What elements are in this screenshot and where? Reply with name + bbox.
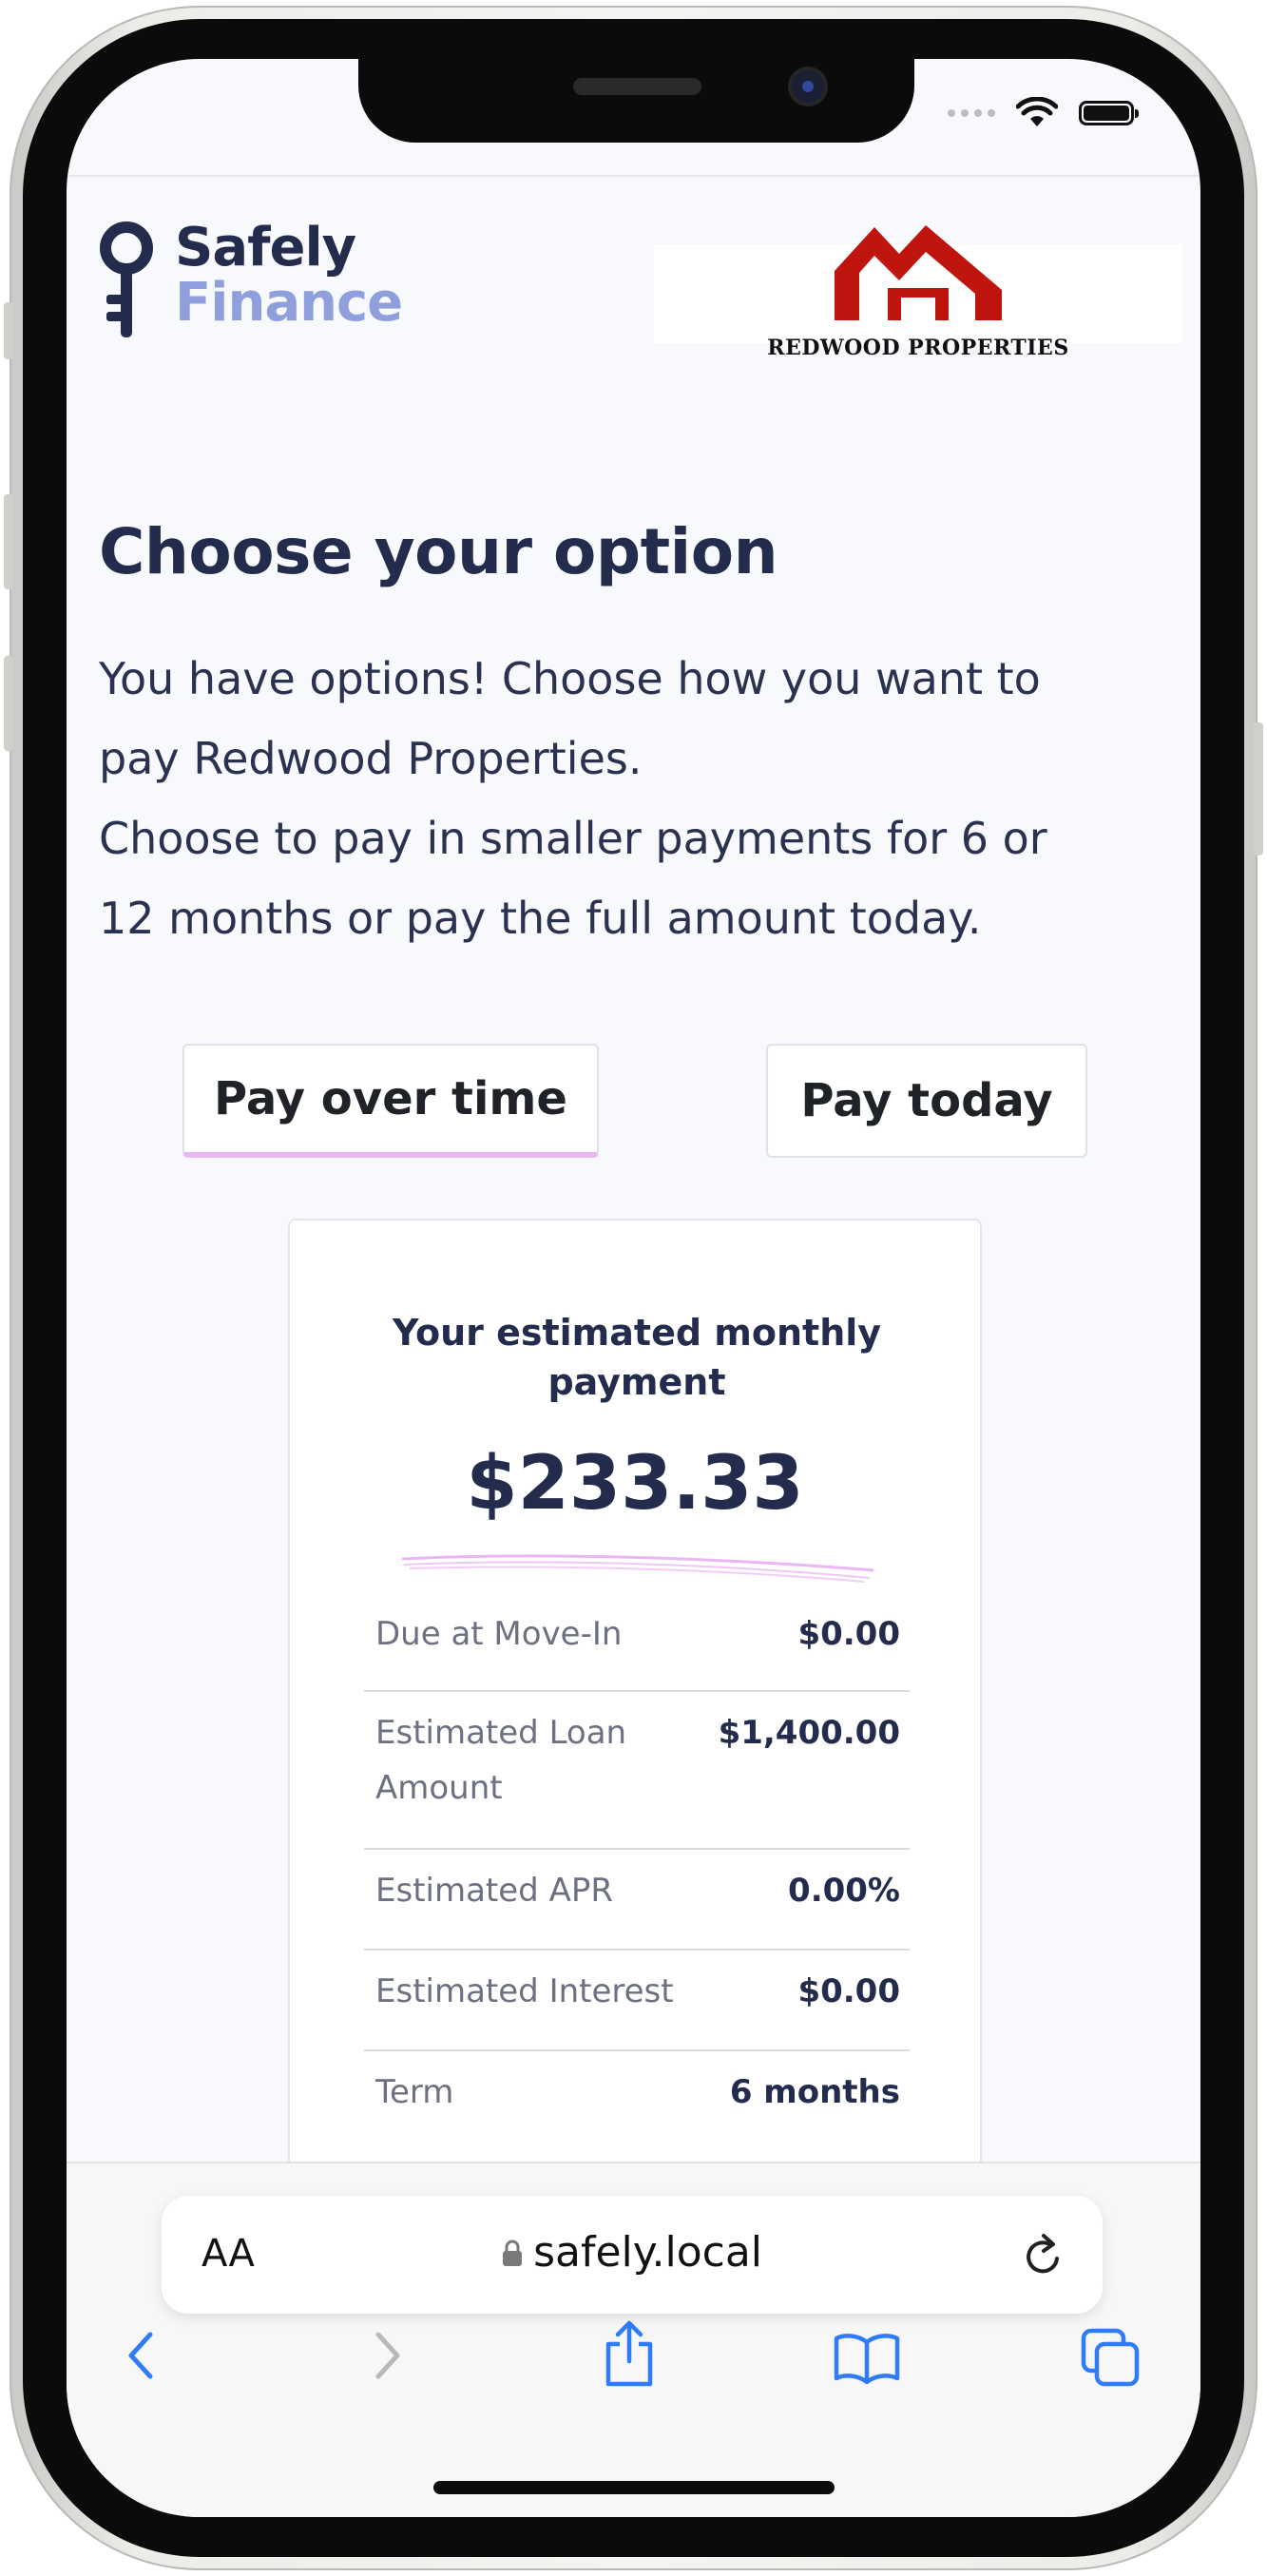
wifi-icon xyxy=(1016,97,1058,126)
home-indicator xyxy=(433,2481,835,2494)
detail-value: $0.00 xyxy=(797,1615,900,1653)
monthly-payment-label: Your estimated monthly payment xyxy=(392,1312,882,1403)
safely-finance-logo[interactable]: Safely Finance xyxy=(99,217,403,340)
payment-details: Due at Move-In $0.00 Estimated Loan Amou… xyxy=(364,1593,910,2152)
intro-line: You have options! Choose how you want to xyxy=(99,653,1041,704)
pay-over-time-button[interactable]: Pay over time xyxy=(182,1044,599,1158)
browser-toolbar: AA safely.local xyxy=(67,2162,1200,2517)
intro-line: 12 months or pay the full amount today. xyxy=(99,893,982,944)
detail-value: 6 months xyxy=(729,2073,900,2111)
status-divider xyxy=(67,175,1200,177)
redwood-properties-logo: REDWOOD PROPERTIES xyxy=(654,225,1182,360)
key-icon xyxy=(100,221,153,337)
share-icon[interactable] xyxy=(601,2319,658,2388)
tabs-icon[interactable] xyxy=(1080,2327,1142,2388)
reload-icon[interactable] xyxy=(1021,2230,1066,2279)
detail-label: Due at Move-In xyxy=(375,1615,623,1653)
detail-row-apr: Estimated APR 0.00% xyxy=(364,1850,910,1951)
back-icon[interactable] xyxy=(122,2327,160,2384)
cellular-icon xyxy=(948,109,995,117)
lock-icon xyxy=(502,2240,522,2266)
address-bar[interactable]: AA safely.local xyxy=(162,2196,1103,2314)
house-logo-icon xyxy=(835,225,1002,320)
url-display[interactable]: safely.local xyxy=(162,2228,1103,2277)
silent-switch xyxy=(4,302,13,359)
earpiece-speaker xyxy=(573,78,701,95)
detail-label: Term xyxy=(375,2073,454,2111)
detail-label: Estimated Loan Amount xyxy=(375,1714,627,1807)
detail-row-interest: Estimated Interest $0.00 xyxy=(364,1951,910,2051)
detail-value: 0.00% xyxy=(788,1872,900,1910)
pay-today-button[interactable]: Pay today xyxy=(766,1044,1087,1158)
power-button xyxy=(1254,722,1263,855)
intro-line: Choose to pay in smaller payments for 6 … xyxy=(99,813,1047,864)
volume-down-button xyxy=(4,656,13,751)
volume-up-button xyxy=(4,494,13,589)
url-text: safely.local xyxy=(533,2228,763,2277)
logo-text: Safely Finance xyxy=(175,217,403,334)
intro-line: pay Redwood Properties. xyxy=(99,733,643,784)
logo-line-safely: Safely xyxy=(175,217,356,279)
detail-label: Estimated APR xyxy=(375,1872,613,1910)
underline-squiggle xyxy=(401,1554,874,1583)
phone-screen: Safely Finance REDWOOD PROPERTIES Choose… xyxy=(67,59,1200,2517)
detail-label: Estimated Interest xyxy=(375,1972,674,2010)
logo-line-finance: Finance xyxy=(175,272,403,334)
monthly-payment-amount: $233.33 xyxy=(466,1441,804,1527)
detail-row-term: Term 6 months xyxy=(364,2051,910,2152)
notch xyxy=(358,59,914,143)
forward-icon[interactable] xyxy=(369,2327,407,2384)
detail-value: $0.00 xyxy=(797,1972,900,2010)
partner-name: REDWOOD PROPERTIES xyxy=(767,336,1069,360)
page-title: Choose your option xyxy=(99,515,778,588)
detail-row-loan-amount: Estimated Loan Amount $1,400.00 xyxy=(364,1692,910,1850)
front-camera xyxy=(792,70,824,103)
detail-value: $1,400.00 xyxy=(718,1714,900,1752)
intro-text: You have options! Choose how you want to… xyxy=(99,639,1173,958)
status-bar-indicators xyxy=(948,97,1139,129)
bookmarks-icon[interactable] xyxy=(833,2331,901,2384)
detail-row-due-at-move-in: Due at Move-In $0.00 xyxy=(364,1593,910,1692)
battery-icon xyxy=(1079,101,1139,125)
